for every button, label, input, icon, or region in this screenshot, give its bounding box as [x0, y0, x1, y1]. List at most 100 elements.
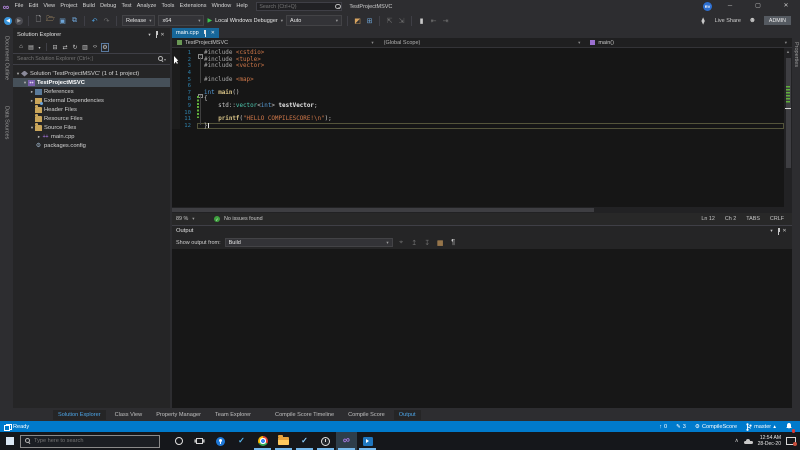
tree-item-main-cpp[interactable]: ▸ ++ main.cpp [13, 132, 170, 141]
chrome-icon[interactable] [252, 432, 273, 450]
properties-icon[interactable]: ⚙ [101, 42, 109, 52]
breakpoint-margin[interactable] [172, 63, 180, 70]
code-line-5[interactable]: 5 #include <map> [172, 76, 784, 83]
show-hidden-icons-chevron[interactable]: ∧ [735, 438, 739, 444]
close-tab-icon[interactable]: ✕ [211, 30, 215, 36]
nav-member-dropdown[interactable]: main() ▾ [585, 40, 792, 46]
debug-target-label[interactable]: Local Windows Debugger [215, 18, 278, 24]
tool-tab-property-manager[interactable]: Property Manager [151, 410, 206, 420]
menu-view[interactable]: View [41, 3, 58, 9]
compilescore-status[interactable]: ⚙ CompileScore [695, 424, 737, 430]
file-explorer-icon[interactable] [273, 432, 294, 450]
vertical-scrollbar[interactable]: ▲ [784, 48, 792, 207]
code-line-1[interactable]: 1−#include <cstdio> [172, 50, 784, 59]
menu-edit[interactable]: Edit [26, 3, 41, 9]
pending-edits[interactable]: ✎ 3 [676, 424, 686, 430]
code-line-9[interactable]: 9 std::vector<int> testVector; [172, 102, 784, 110]
code-view-icon[interactable]: ‹› [91, 43, 99, 52]
tab-main-cpp[interactable]: main.cpp ✕ [172, 28, 219, 38]
close-panel-icon[interactable]: ✕ [159, 30, 166, 39]
scrollbar-thumb[interactable] [172, 208, 594, 212]
solution-platform-combo[interactable]: x64 ▾ [158, 15, 205, 26]
code-line-7[interactable]: 7−int main() [172, 89, 784, 99]
clock-app-icon[interactable] [315, 432, 336, 450]
taskbar-search-box[interactable] [20, 434, 160, 448]
maximize-button[interactable]: ▢ [748, 0, 768, 13]
tab-properties[interactable]: Properties [793, 42, 799, 67]
pin-tab-icon[interactable] [202, 29, 208, 37]
chevron-down-icon[interactable]: ▾ [15, 71, 21, 77]
word-wrap-icon[interactable]: ¶ [449, 238, 458, 247]
solution-explorer-titlebar[interactable]: Solution Explorer ▾ ✕ [13, 28, 170, 41]
display-tray-icon[interactable] [786, 437, 797, 446]
code-line-11[interactable]: 11 printf("HELLO COMPILESCORE!\n"); [172, 115, 784, 123]
todo-app-icon[interactable]: ✓ [231, 432, 252, 450]
zoom-combo[interactable]: 89 % ▾ [176, 216, 210, 222]
tool-tab-solution-explorer[interactable]: Solution Explorer [53, 409, 106, 420]
search-options-icon[interactable]: ▾ [164, 57, 166, 62]
column-indicator[interactable]: Ch 2 [725, 216, 736, 222]
code-line-10[interactable]: 10 [172, 109, 784, 116]
previous-message-icon[interactable]: ↥ [410, 238, 419, 247]
breakpoint-margin[interactable] [172, 69, 180, 77]
undo-icon[interactable]: ↶ [90, 16, 99, 25]
tree-item-source-files[interactable]: ▾ Source Files [13, 123, 170, 132]
menu-file[interactable]: File [12, 3, 26, 9]
window-position-icon[interactable]: ▾ [146, 30, 153, 39]
tree-item-solution-testprojectmsvc-1-of-1-project[interactable]: ▾ Solution 'TestProjectMSVC' (1 of 1 proj… [13, 69, 170, 78]
performance-profiler-icon[interactable]: ◩ [353, 16, 362, 25]
indent-mode-indicator[interactable]: TABS [746, 216, 760, 222]
visual-studio-taskbar-icon[interactable]: ∞ [336, 432, 357, 450]
breakpoint-margin[interactable] [172, 76, 180, 83]
line-indicator[interactable]: Ln 12 [701, 216, 715, 222]
start-debugging-icon[interactable]: ▶ [207, 17, 212, 24]
tree-item-resource-files[interactable]: Resource Files [13, 114, 170, 123]
tab-data-sources[interactable]: Data Sources [4, 106, 10, 139]
previous-bookmark-icon[interactable]: ⇤ [429, 16, 438, 25]
clear-all-icon[interactable]: ▦ [436, 238, 445, 247]
admin-button[interactable]: ADMIN [763, 16, 791, 25]
code-editor[interactable]: 1−#include <cstdio>2 #include <tuple> 3 #in… [172, 48, 784, 207]
tool-tab-compile-score-timeline[interactable]: Compile Score Timeline [270, 410, 339, 420]
open-folder-icon[interactable]: 🗁 [46, 16, 55, 25]
breakpoint-margin[interactable] [172, 115, 180, 123]
menu-analyze[interactable]: Analyze [134, 3, 159, 9]
code-line-8[interactable]: 8{ [172, 96, 784, 103]
nav-project-dropdown[interactable]: TestProjectMSVC ▾ [172, 40, 379, 46]
menu-test[interactable]: Test [119, 3, 134, 9]
show-all-files-icon[interactable]: ▥ [81, 43, 89, 52]
tool-tab-team-explorer[interactable]: Team Explorer [210, 410, 256, 420]
navigate-backward-icon[interactable]: ◀ [4, 16, 12, 25]
navigate-forward-icon[interactable]: ▶ [15, 16, 23, 25]
menu-tools[interactable]: Tools [159, 3, 177, 9]
code-line-3[interactable]: 3 #include <vector> [172, 63, 784, 70]
architecture-icon[interactable]: ⊞ [365, 16, 374, 25]
code-line-2[interactable]: 2 #include <tuple> [172, 56, 784, 64]
menu-help[interactable]: Help [234, 3, 251, 9]
breakpoint-margin[interactable] [172, 50, 180, 57]
solution-explorer-search-input[interactable] [17, 56, 158, 62]
solution-explorer-search[interactable]: ▾ [13, 54, 170, 65]
tree-item-testprojectmsvc[interactable]: ▾ ++ TestProjectMSVC [13, 78, 170, 87]
taskbar-search-input[interactable] [34, 438, 155, 444]
window-position-icon[interactable]: ▾ [768, 227, 775, 236]
sync-with-active-document-icon[interactable]: ⇄ [61, 43, 69, 52]
outgoing-commits[interactable]: ↑ 0 [659, 424, 667, 430]
refresh-icon[interactable]: ↻ [71, 43, 79, 52]
solution-configuration-combo[interactable]: Release ▾ [122, 15, 156, 26]
find-message-icon[interactable]: ⌖ [397, 238, 406, 247]
save-all-icon[interactable]: ⧉ [70, 16, 79, 25]
start-button[interactable] [0, 432, 20, 450]
menu-build[interactable]: Build [80, 3, 97, 9]
minimize-button[interactable]: ─ [720, 0, 740, 13]
tree-item-header-files[interactable]: Header Files [13, 105, 170, 114]
breakpoint-margin[interactable] [172, 102, 180, 110]
tool-tab-class-view[interactable]: Class View [110, 410, 148, 420]
account-avatar[interactable]: RV [703, 2, 712, 11]
close-button[interactable]: ✕ [776, 0, 796, 13]
next-bookmark-icon[interactable]: ⇥ [441, 16, 450, 25]
pin-icon[interactable] [775, 227, 781, 235]
health-label[interactable]: No issues found [224, 216, 263, 222]
horizontal-scrollbar[interactable] [172, 207, 792, 213]
debug-target-dropdown[interactable]: ▾ [281, 18, 283, 24]
